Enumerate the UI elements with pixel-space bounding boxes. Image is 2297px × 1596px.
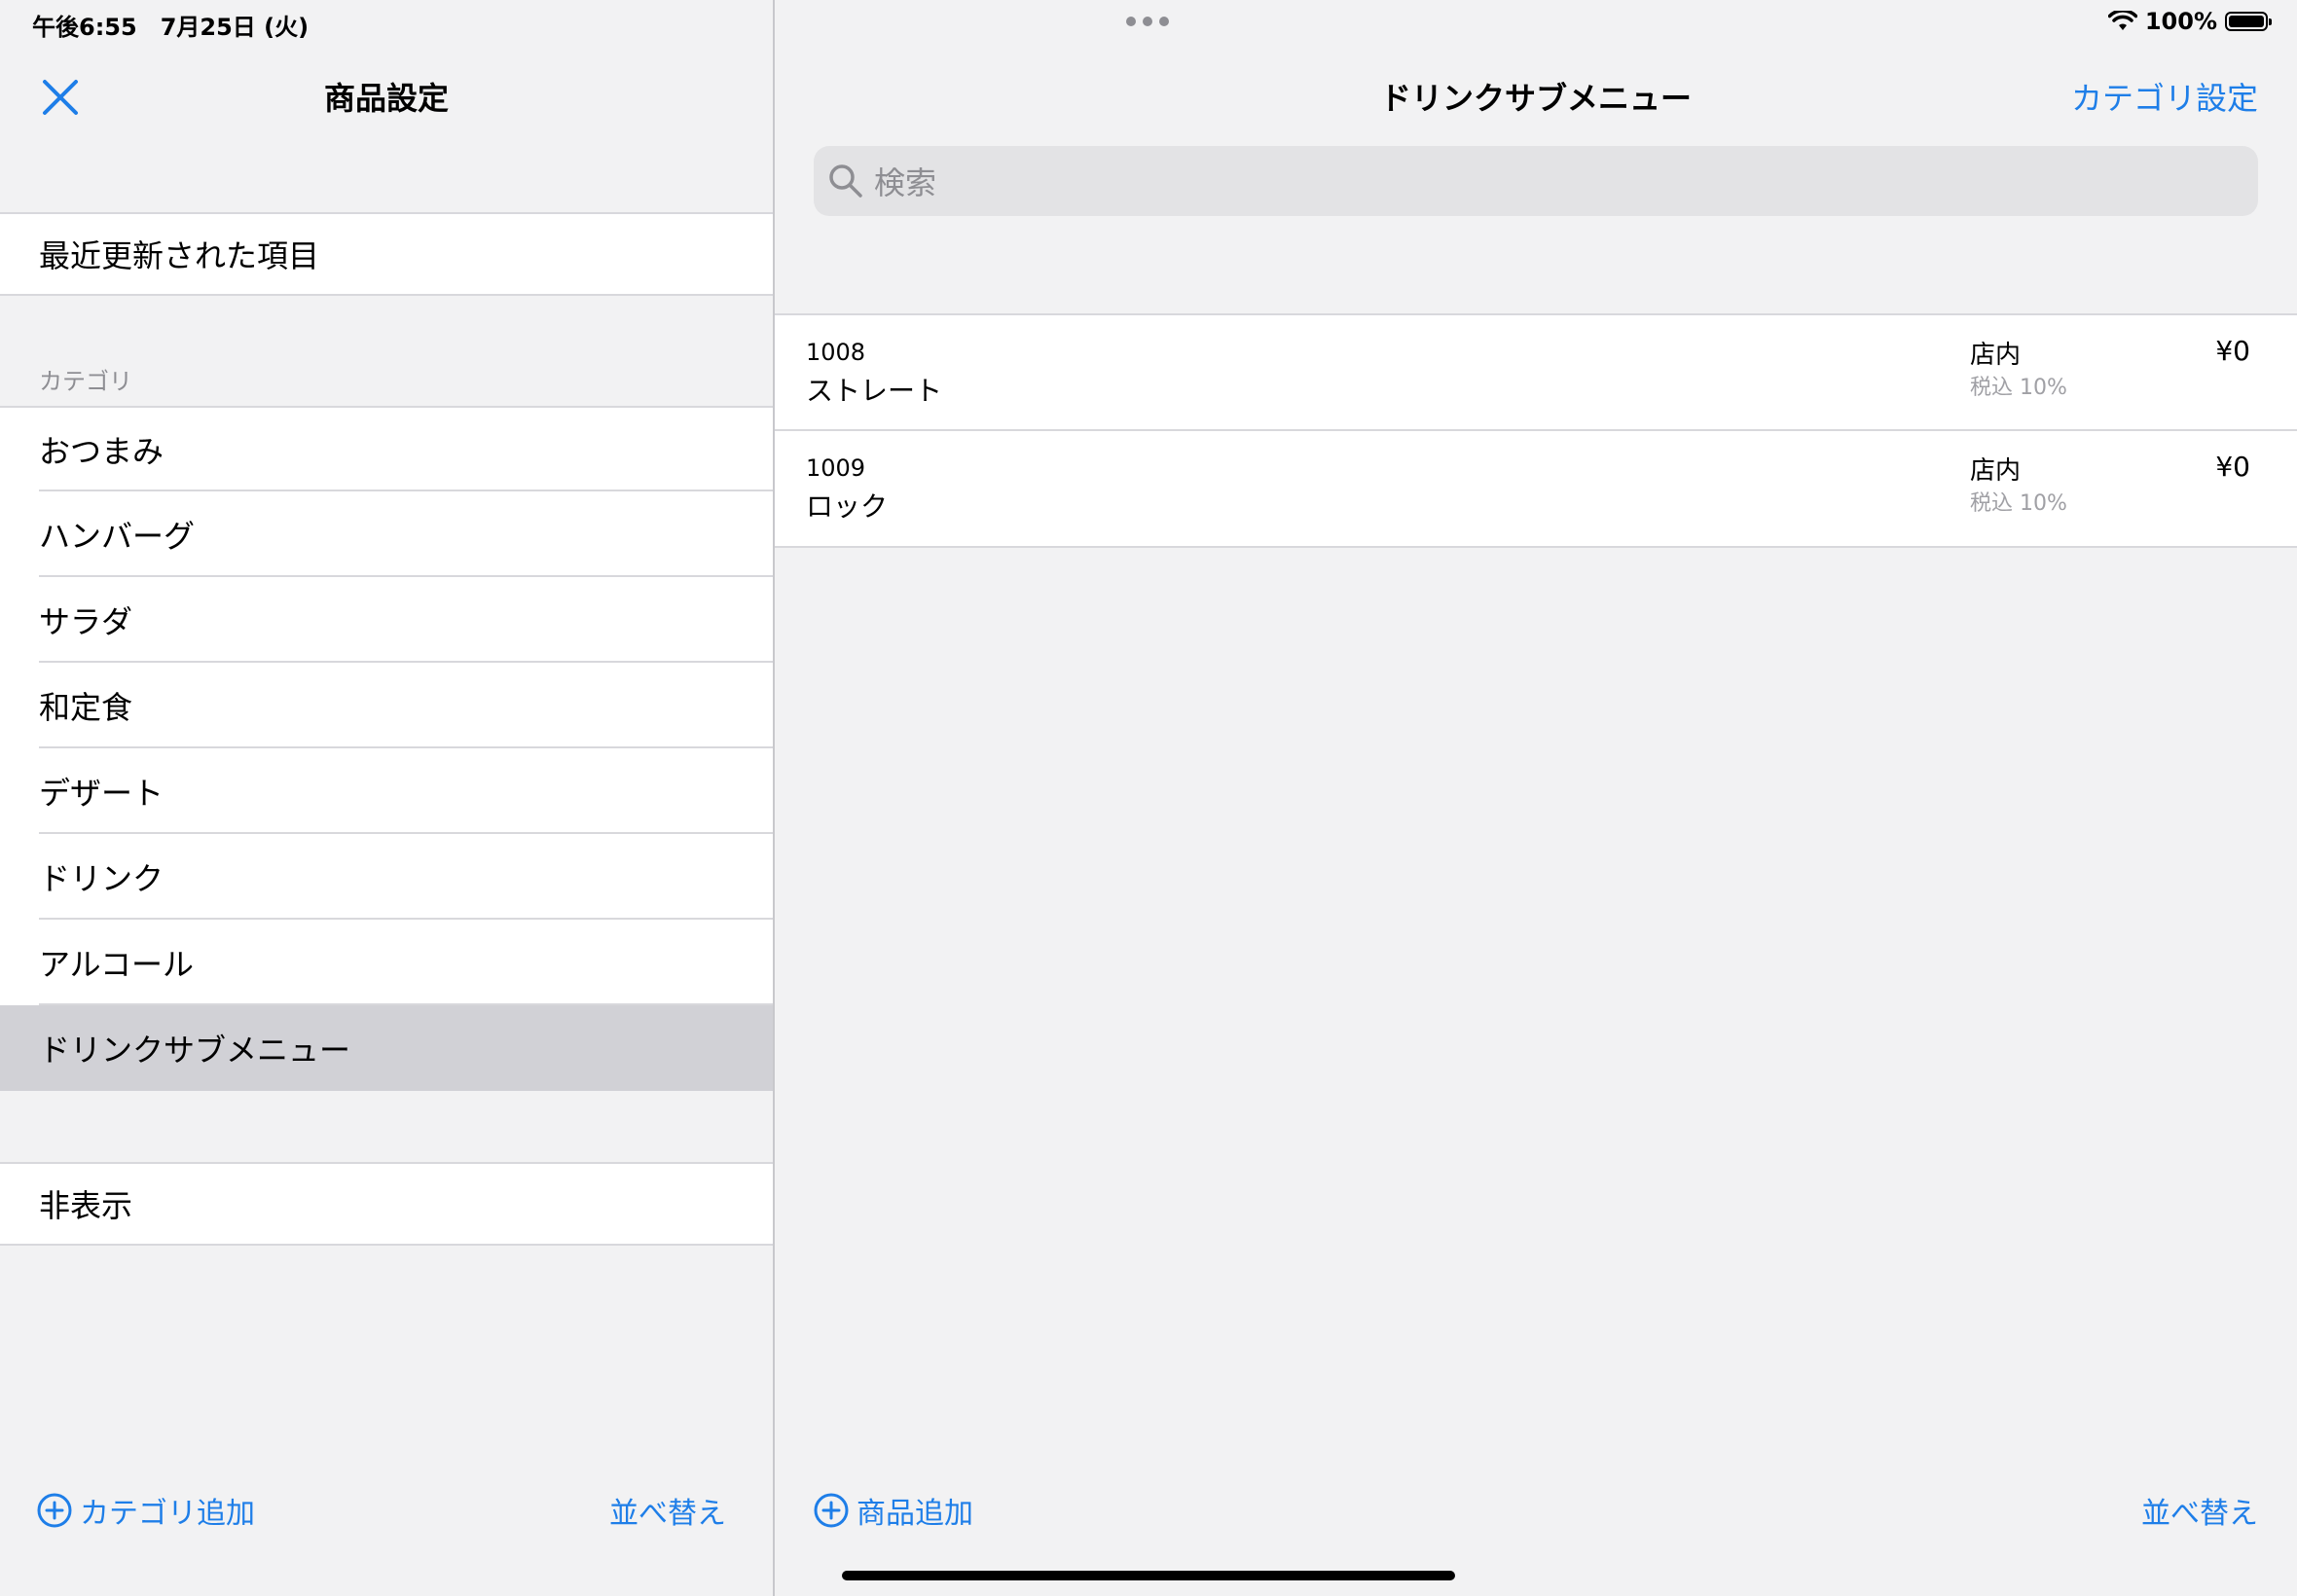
recent-items-label: 最近更新された項目 bbox=[39, 237, 320, 274]
category-label: ドリンク bbox=[39, 860, 164, 897]
category-label: ドリンクサブメニュー bbox=[39, 1032, 351, 1069]
product-place: 店内 bbox=[1970, 456, 2022, 486]
plus-circle-icon bbox=[814, 1493, 849, 1528]
wifi-icon bbox=[2107, 11, 2137, 30]
hidden-items-row[interactable]: 非表示 bbox=[0, 1162, 773, 1246]
product-code: 1008 bbox=[806, 339, 866, 366]
add-product-button[interactable]: 商品追加 bbox=[814, 1489, 973, 1532]
multitasking-dots[interactable] bbox=[1126, 17, 1169, 26]
sidebar-title: 商品設定 bbox=[323, 80, 449, 117]
category-settings-button[interactable]: カテゴリ設定 bbox=[2071, 74, 2258, 119]
pane-divider bbox=[773, 0, 775, 1596]
product-row[interactable]: 1008 ストレート 店内税込 10% ¥0 bbox=[775, 313, 2297, 430]
recent-items-row[interactable]: 最近更新された項目 bbox=[0, 212, 773, 296]
plus-circle-icon bbox=[37, 1493, 72, 1528]
product-tax: 税込 10% bbox=[1970, 491, 2067, 516]
category-item[interactable]: おつまみ bbox=[0, 406, 773, 491]
status-indicators: 100% bbox=[2107, 8, 2272, 35]
battery-percent: 100% bbox=[2144, 8, 2217, 35]
product-name: ロック bbox=[806, 490, 889, 523]
category-label: 和定食 bbox=[39, 689, 133, 726]
category-label: サラダ bbox=[39, 603, 133, 640]
category-label: ハンバーグ bbox=[39, 518, 196, 555]
product-code: 1009 bbox=[806, 454, 866, 482]
category-section-label: カテゴリ bbox=[39, 368, 132, 395]
product-tax: 税込 10% bbox=[1970, 376, 2067, 400]
product-price: ¥0 bbox=[2215, 451, 2250, 483]
category-label: アルコール bbox=[39, 946, 195, 983]
home-indicator bbox=[842, 1571, 1455, 1580]
product-price: ¥0 bbox=[2215, 335, 2250, 367]
sort-categories-button[interactable]: 並べ替え bbox=[609, 1489, 726, 1532]
product-name: ストレート bbox=[806, 375, 943, 407]
hidden-items-label: 非表示 bbox=[39, 1187, 133, 1224]
add-product-label: 商品追加 bbox=[857, 1497, 973, 1531]
search-field[interactable]: 検索 bbox=[814, 146, 2258, 216]
search-placeholder: 検索 bbox=[874, 164, 937, 201]
product-row[interactable]: 1009 ロック 店内税込 10% ¥0 bbox=[775, 429, 2297, 548]
search-icon bbox=[829, 164, 862, 198]
add-category-button[interactable]: カテゴリ追加 bbox=[37, 1489, 255, 1532]
add-category-label: カテゴリ追加 bbox=[80, 1497, 255, 1531]
category-label: デザート bbox=[39, 775, 164, 812]
battery-icon bbox=[2225, 12, 2272, 31]
category-label: おつまみ bbox=[39, 433, 164, 470]
category-item[interactable]: ドリンク bbox=[0, 834, 773, 920]
sort-products-button[interactable]: 並べ替え bbox=[2141, 1489, 2258, 1532]
category-item[interactable]: ドリンクサブメニュー bbox=[0, 1005, 773, 1091]
category-item[interactable]: 和定食 bbox=[0, 663, 773, 748]
category-sidebar: 商品設定 最近更新された項目 カテゴリ おつまみハンバーグサラダ和定食デザートド… bbox=[0, 0, 773, 1596]
product-place: 店内 bbox=[1970, 341, 2022, 370]
category-item[interactable]: サラダ bbox=[0, 577, 773, 663]
category-item[interactable]: アルコール bbox=[0, 920, 773, 1005]
detail-title: ドリンクサブメニュー bbox=[1379, 80, 1692, 117]
category-item[interactable]: ハンバーグ bbox=[0, 491, 773, 577]
category-item[interactable]: デザート bbox=[0, 748, 773, 834]
